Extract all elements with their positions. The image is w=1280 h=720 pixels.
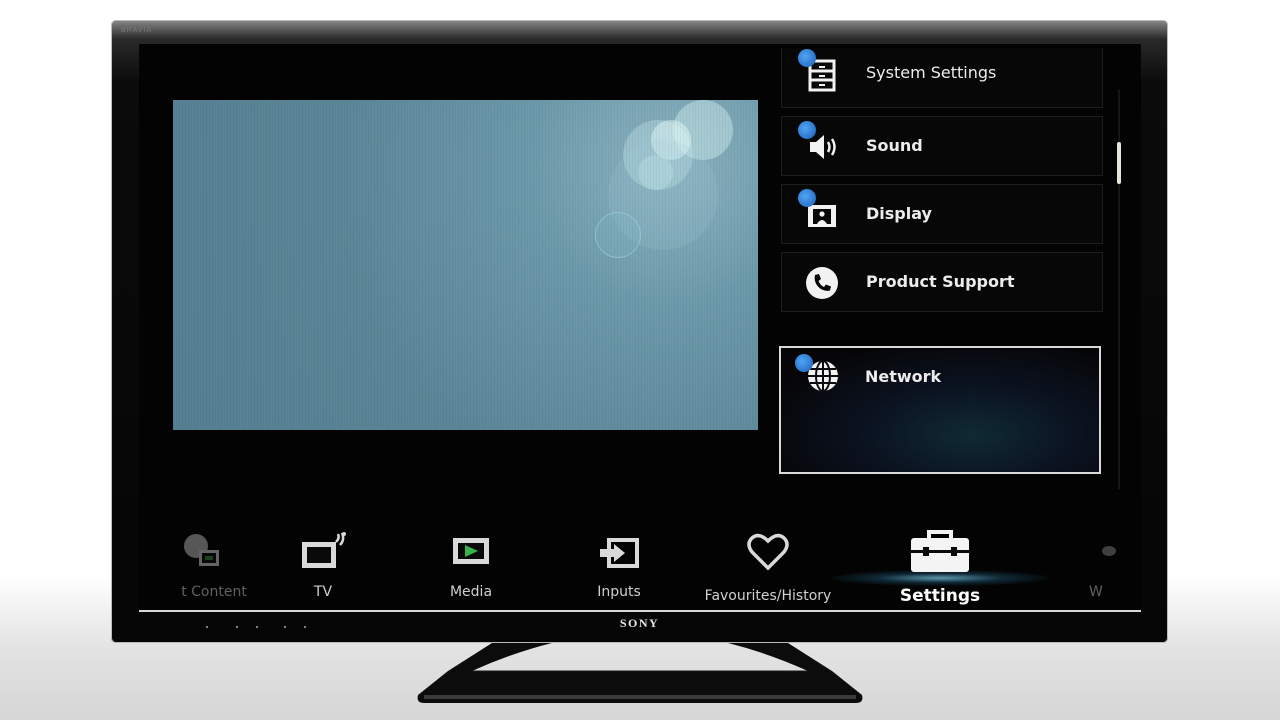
category-label: Settings	[899, 586, 981, 606]
status-indicators	[206, 626, 326, 632]
menu-item-label: Display	[866, 204, 932, 223]
category-media[interactable]: Media	[396, 514, 546, 611]
heart-icon	[746, 532, 790, 576]
category-label: TV	[313, 584, 333, 600]
menu-item-label: Network	[865, 367, 942, 386]
bravia-logo: BRAVIA	[121, 27, 153, 34]
menu-item-label: Product Support	[866, 272, 1015, 291]
tv-icon	[300, 532, 346, 576]
category-inputs[interactable]: Inputs	[544, 514, 694, 611]
category-widgets[interactable]: W	[1029, 514, 1141, 611]
menu-item-network[interactable]: Network	[779, 346, 1101, 474]
preview-pane	[173, 100, 758, 430]
tv-frame: BRAVIA System Settings Sound Display Pro…	[111, 20, 1168, 643]
settings-menu: System Settings Sound Display Product Su…	[779, 44, 1109, 504]
menu-item-system-settings[interactable]: System Settings	[781, 48, 1103, 108]
media-icon	[451, 532, 491, 576]
category-bar: t Content TV Media Inputs Favourites/His…	[139, 514, 1141, 611]
inputs-icon	[597, 532, 641, 576]
menu-item-sound[interactable]: Sound	[781, 116, 1103, 176]
category-label: W	[1089, 584, 1103, 600]
wrench-badge-icon	[798, 189, 816, 207]
wrench-badge-icon	[798, 49, 816, 67]
menu-item-display[interactable]: Display	[781, 184, 1103, 244]
category-favourites-history[interactable]: Favourites/History	[693, 514, 843, 611]
toolbox-icon	[909, 528, 971, 578]
category-tv[interactable]: TV	[248, 514, 398, 611]
tv-screen: System Settings Sound Display Product Su…	[139, 44, 1141, 611]
wrench-badge-icon	[798, 121, 816, 139]
category-label: Inputs	[597, 584, 641, 600]
category-settings[interactable]: Settings	[830, 514, 1050, 611]
category-label: Media	[449, 584, 493, 600]
tv-stand	[417, 643, 863, 703]
menu-item-label: Sound	[866, 136, 923, 155]
phone-icon	[804, 265, 840, 301]
menu-item-product-support[interactable]: Product Support	[781, 252, 1103, 312]
scrollbar-thumb[interactable]	[1117, 142, 1121, 184]
menu-item-label: System Settings	[866, 63, 997, 82]
screen-edge	[139, 610, 1141, 612]
widgets-icon	[1101, 542, 1117, 561]
internet-content-icon	[182, 532, 222, 576]
category-label: Favourites/History	[704, 588, 832, 604]
wrench-badge-icon	[795, 354, 813, 372]
